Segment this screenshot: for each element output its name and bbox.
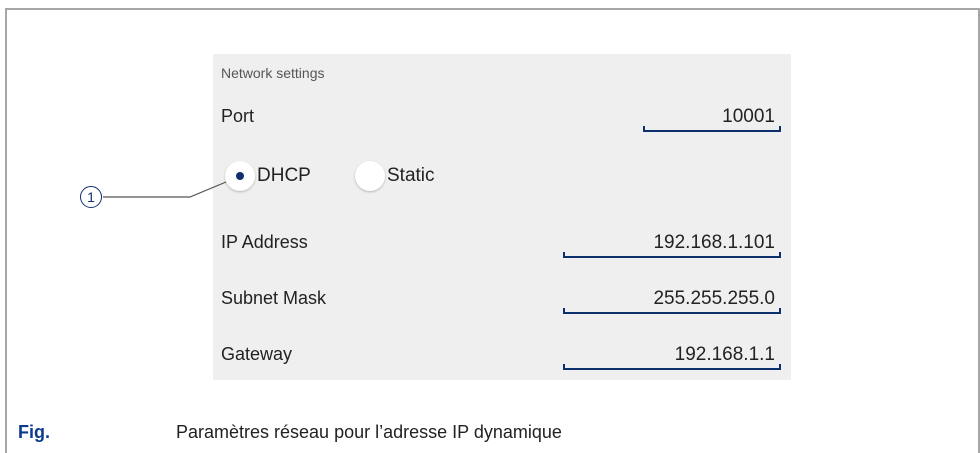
figure-label: Fig. [18, 422, 50, 442]
callout-number: 1 [80, 186, 102, 208]
callout-leader-line [103, 181, 227, 198]
figure-caption: Paramètres réseau pour l’adresse IP dyna… [176, 422, 562, 442]
